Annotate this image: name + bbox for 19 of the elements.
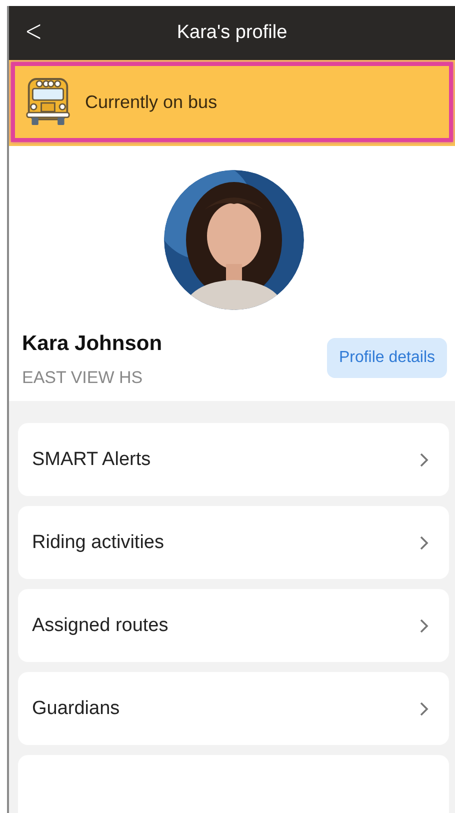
chevron-right-icon <box>419 700 429 716</box>
chevron-right-icon <box>419 452 429 468</box>
chevron-right-icon <box>419 618 429 634</box>
school-name: EAST VIEW HS <box>22 368 144 388</box>
menu-item[interactable]: Assigned routes <box>18 589 449 662</box>
status-text: Currently on bus <box>85 92 218 112</box>
menu-label: Assigned routes <box>32 614 168 636</box>
student-name: Kara Johnson <box>22 332 162 356</box>
menu-label: SMART Alerts <box>32 448 151 470</box>
menu-item[interactable]: Guardians <box>18 672 449 745</box>
menu-label: Guardians <box>32 698 120 720</box>
menu-item[interactable]: SMART Alerts <box>18 423 449 496</box>
back-button[interactable]: < <box>22 14 46 49</box>
screen-title: Kara's profile <box>176 22 288 44</box>
profile-details-button[interactable]: Profile details <box>326 338 447 378</box>
menu-item[interactable]: Riding activities <box>18 506 449 579</box>
chevron-right-icon <box>419 534 429 550</box>
menu-label: Riding activities <box>32 532 164 554</box>
school-bus-icon <box>25 77 71 127</box>
